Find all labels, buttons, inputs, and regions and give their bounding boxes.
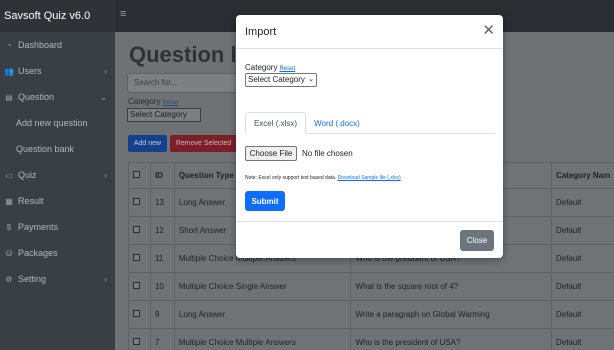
sidebar-item-quiz[interactable]: ▭ Quiz › — [0, 162, 115, 188]
menu-icon[interactable]: ≡ — [120, 8, 126, 20]
quiz-icon: ▭ — [5, 170, 13, 180]
cell-id: 13 — [149, 188, 175, 217]
choose-file-button[interactable]: Choose File — [245, 146, 297, 161]
sidebar-item-question[interactable]: ▤ Question ⌄ — [0, 84, 115, 110]
checkbox[interactable] — [133, 226, 140, 233]
sidebar-item-label: Payments — [18, 222, 59, 232]
cell-category: Default — [550, 300, 614, 329]
cell-id: 7 — [149, 328, 175, 350]
cell-id: 10 — [149, 272, 175, 301]
sidebar-item-question-bank[interactable]: Question bank — [0, 136, 115, 162]
cell-category: Default — [550, 328, 614, 350]
sidebar-item-label: Setting — [18, 274, 47, 284]
submit-button[interactable]: Submit — [245, 191, 285, 211]
category-label-text: Category — [245, 63, 278, 72]
reset-link[interactable]: Reset — [162, 100, 178, 106]
modal-title: Import — [245, 26, 277, 38]
close-icon[interactable]: ✕ — [482, 23, 495, 38]
sidebar: Savsoft Quiz v6.0 ◔ Dashboard 👥 Users › … — [0, 0, 115, 350]
cell-question: What is the square root of 4? — [350, 272, 552, 301]
sidebar-item-label: Packages — [18, 248, 58, 258]
category-label-text: Category — [128, 97, 161, 106]
chevron-icon: › — [104, 66, 107, 76]
table-row: 9 Long Answer Write a paragraph on Globa… — [128, 300, 614, 329]
cell-question: Write a paragraph on Global Warming — [350, 300, 552, 329]
cell-id: 11 — [149, 244, 175, 273]
import-tabs: Excel (.xlsx) Word (.docx) — [245, 112, 495, 134]
close-button[interactable]: Close — [460, 230, 494, 251]
checkbox[interactable] — [133, 310, 140, 317]
table-row: 10 Multiple Choice Single Answer What is… — [128, 272, 614, 301]
modal-category-label: Category Reset — [245, 63, 295, 72]
cell-category: Default — [550, 188, 614, 217]
dollar-icon: $ — [6, 222, 12, 232]
import-note: Note: Excel only support text based data… — [245, 175, 401, 181]
cell-id: 9 — [149, 300, 175, 329]
users-icon: 👥 — [4, 66, 14, 76]
sidebar-item-label: Users — [18, 66, 42, 76]
chevron-icon: › — [104, 274, 107, 284]
checkbox[interactable] — [133, 338, 140, 345]
sidebar-item-label: Quiz — [18, 170, 37, 180]
sidebar-item-payments[interactable]: $ Payments — [0, 214, 115, 240]
select-value: Select Category — [248, 75, 305, 84]
sidebar-item-result[interactable]: ▦ Result — [0, 188, 115, 214]
gear-icon: ⚙ — [5, 274, 13, 284]
cell-question: Who is the president of USA? — [350, 328, 552, 350]
cell-category: Default — [550, 272, 614, 301]
checkbox[interactable] — [133, 254, 140, 261]
checkbox[interactable] — [133, 171, 140, 178]
sidebar-item-add-new-question[interactable]: Add new question — [0, 110, 115, 136]
reset-link[interactable]: Reset — [279, 66, 295, 72]
question-icon: ▤ — [5, 92, 13, 102]
sidebar-item-label: Add new question — [16, 118, 88, 128]
dashboard-icon: ◔ — [6, 40, 12, 50]
cell-type: Long Answer — [173, 300, 352, 329]
app-brand: Savsoft Quiz v6.0 — [0, 0, 115, 32]
sidebar-item-label: Question bank — [16, 144, 75, 154]
category-label: Category Reset — [128, 97, 178, 106]
tab-excel[interactable]: Excel (.xlsx) — [245, 112, 306, 134]
sidebar-item-users[interactable]: 👥 Users › — [0, 58, 115, 84]
cell-type: Multiple Choice Multiple Answers — [173, 328, 352, 350]
file-status: No file chosen — [302, 149, 353, 158]
header-id: ID — [149, 162, 175, 189]
checkbox[interactable] — [133, 198, 140, 205]
search-input[interactable]: Search for... — [127, 73, 237, 93]
remove-selected-button[interactable]: Remove Selected — [170, 135, 237, 152]
sidebar-item-dashboard[interactable]: ◔ Dashboard — [0, 32, 115, 58]
sidebar-item-packages[interactable]: ⛁ Packages — [0, 240, 115, 266]
chevron-down-icon: ⌄ — [100, 92, 107, 102]
sidebar-item-setting[interactable]: ⚙ Setting › — [0, 266, 115, 292]
cell-type: Multiple Choice Single Answer — [173, 272, 352, 301]
sidebar-item-label: Dashboard — [18, 40, 63, 50]
tab-word[interactable]: Word (.docx) — [309, 112, 365, 134]
cell-category: Default — [550, 244, 614, 273]
cell-category: Default — [550, 216, 614, 245]
checkbox[interactable] — [133, 282, 140, 289]
download-sample-link[interactable]: Download Sample file (.xlsx) — [338, 175, 401, 181]
category-select[interactable]: Select Category — [127, 108, 201, 122]
select-all-cell[interactable] — [128, 162, 151, 189]
import-modal: Import ✕ Category Reset Select Category ⌄… — [236, 15, 503, 258]
packages-icon: ⛁ — [5, 248, 13, 258]
header-category: Category Nam — [550, 162, 614, 189]
sidebar-item-label: Result — [18, 196, 44, 206]
modal-footer: Close — [236, 221, 503, 258]
cell-id: 12 — [149, 216, 175, 245]
modal-category-select[interactable]: Select Category ⌄ — [245, 73, 317, 87]
chevron-icon: › — [104, 170, 107, 180]
result-icon: ▦ — [5, 196, 13, 206]
chevron-down-icon: ⌄ — [308, 76, 314, 83]
sidebar-item-label: Question — [18, 92, 55, 102]
table-row: 7 Multiple Choice Multiple Answers Who i… — [128, 328, 614, 350]
modal-header: Import ✕ — [236, 15, 503, 49]
add-new-button[interactable]: Add new — [128, 135, 167, 152]
note-text: Note: Excel only support text based data… — [245, 175, 337, 181]
